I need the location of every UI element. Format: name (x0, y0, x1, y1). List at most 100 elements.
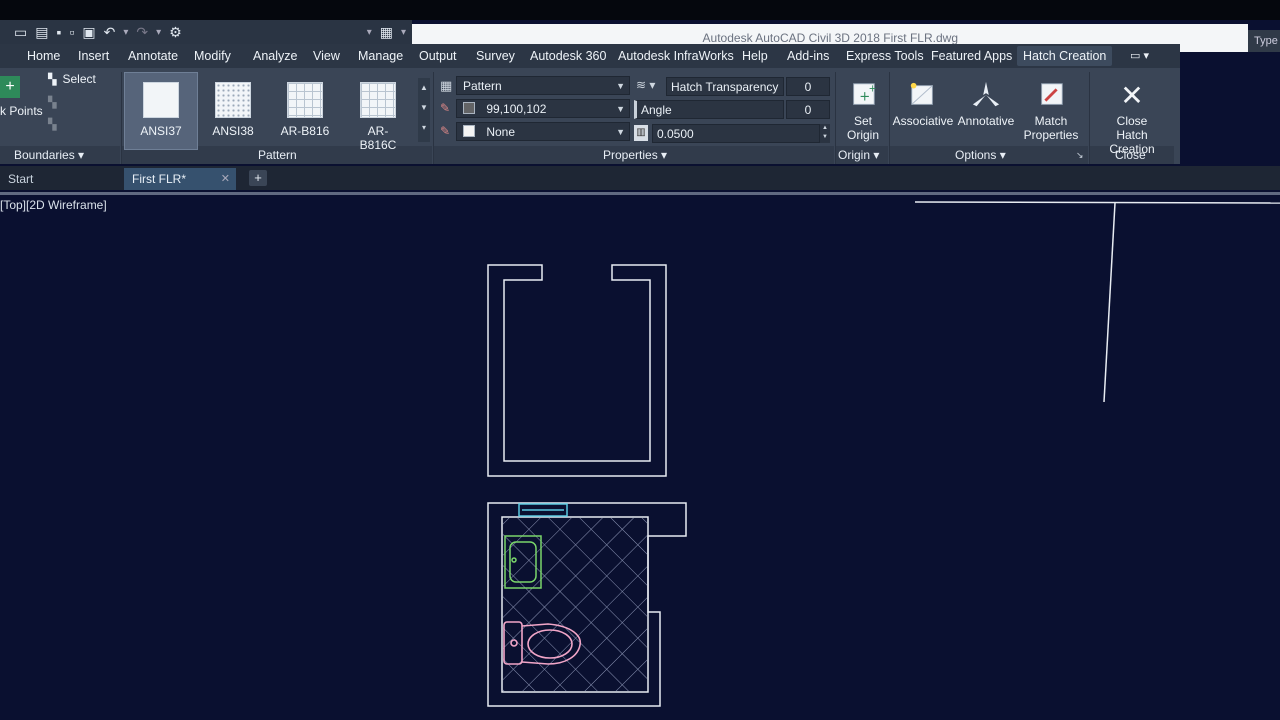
boundaries-panel-label[interactable]: Boundaries ▾ (14, 148, 84, 162)
background-color-value: None (486, 125, 516, 139)
hatch-color-dropdown[interactable]: 99,100,102 ▼ (456, 99, 630, 118)
open-file-icon[interactable]: ▤ (35, 24, 48, 41)
set-origin-icon: + + (853, 83, 877, 105)
hatch-type-icon: ▦ (440, 78, 453, 93)
hatch-type-dropdown[interactable]: Pattern ▼ (456, 76, 630, 95)
tab-insert[interactable]: Insert (78, 46, 109, 66)
close-tab-icon[interactable]: ✕ (221, 168, 230, 190)
tab-add-ins[interactable]: Add-ins (787, 46, 829, 66)
scale-input[interactable]: 0.0500 (652, 124, 820, 143)
file-tab-first-flr[interactable]: First FLR* ✕ (124, 168, 236, 190)
match-properties-label: Match Properties (1023, 114, 1079, 142)
pattern-gallery-scroll[interactable]: ▲ ▼ ▾ (418, 78, 430, 142)
pattern-ansi37[interactable]: ANSI37 (138, 82, 184, 138)
panel-separator (433, 72, 434, 164)
pattern-ar-b816-swatch (287, 82, 323, 118)
tab-modify[interactable]: Modify (194, 46, 231, 66)
new-file-icon[interactable]: ▭ (14, 24, 27, 41)
select-icon: ▚ (48, 73, 57, 86)
undo-dropdown-icon[interactable]: ▾ (123, 27, 128, 38)
ribbon-minimize-icon[interactable]: ▭ ▾ (1130, 46, 1149, 66)
screen-top-edge (0, 0, 1280, 20)
match-properties-button[interactable]: Match Properties (1020, 80, 1082, 142)
scale-icon: ▥ (634, 125, 648, 141)
file-tab-first-flr-label: First FLR* (132, 172, 186, 186)
scale-spinner[interactable]: ▲ ▼ (820, 124, 830, 143)
tab-express-tools[interactable]: Express Tools (846, 46, 924, 66)
pattern-ar-b816c[interactable]: AR-B816C (350, 82, 406, 152)
pick-points-button[interactable]: k Points (0, 104, 43, 118)
pattern-ansi38[interactable]: ANSI38 (210, 82, 256, 138)
save-icon[interactable]: ▪ (56, 24, 61, 40)
pattern-ar-b816-label: AR-B816 (280, 124, 330, 138)
hatch-color-value: 99,100,102 (486, 102, 547, 116)
new-tab-button[interactable]: + (249, 170, 267, 186)
file-tab-start[interactable]: Start (8, 168, 33, 190)
angle-slider[interactable]: Angle (634, 100, 784, 119)
select-boundary-button[interactable]: ▚ Select (48, 72, 96, 86)
recreate-boundary-icon: ▚ (48, 119, 57, 131)
origin-panel-label[interactable]: Origin ▾ (838, 148, 879, 162)
file-tab-bar: Start First FLR* ✕ + (0, 166, 1280, 190)
workspace-dropdown-icon[interactable]: ▾ (367, 27, 372, 38)
cursor-crosshair-vertical (1103, 202, 1116, 403)
match-properties-icon (1041, 83, 1063, 105)
qat-customize-icon[interactable]: ▾ (401, 27, 406, 38)
tab-analyze[interactable]: Analyze (253, 46, 297, 66)
options-panel-label[interactable]: Options ▾ (955, 148, 1006, 162)
panel-separator (121, 72, 122, 164)
tab-autodesk-infraworks[interactable]: Autodesk InfraWorks (618, 46, 734, 66)
close-panel-label: Close (1115, 148, 1146, 162)
tab-home[interactable]: Home (27, 46, 60, 66)
transparency-icon[interactable]: ≋ ▾ (636, 78, 655, 92)
close-hatch-creation-button[interactable]: ✕ Close Hatch Creation (1092, 82, 1172, 157)
tab-help[interactable]: Help (742, 46, 768, 66)
upper-room-walls[interactable] (487, 264, 667, 477)
cursor-crosshair-horizontal (914, 201, 1280, 204)
angle-label: Angle (641, 103, 672, 117)
search-box[interactable]: Type (1248, 30, 1280, 52)
annotative-label: Annotative (957, 114, 1015, 128)
svg-text:+: + (869, 83, 877, 94)
share-icon[interactable]: ▦ (380, 24, 393, 41)
tab-output[interactable]: Output (419, 46, 457, 66)
hatch-type-value: Pattern (463, 79, 502, 93)
search-hint: Type (1254, 35, 1278, 47)
set-origin-button[interactable]: + + Set Origin (842, 80, 884, 142)
redo-icon[interactable]: ↷ (136, 24, 148, 41)
properties-panel-label[interactable]: Properties ▾ (603, 148, 667, 162)
color-swatch (463, 102, 475, 114)
print-icon[interactable]: ▣ (82, 24, 95, 41)
remove-boundary-button[interactable]: ▚ (48, 96, 56, 109)
tab-featured-apps[interactable]: Featured Apps (931, 46, 1012, 66)
angle-value: 0 (804, 103, 812, 117)
recreate-boundary-button[interactable]: ▚ (48, 118, 56, 131)
angle-value-input[interactable]: 0 (786, 100, 830, 119)
drawing-canvas[interactable] (0, 195, 1280, 720)
save-as-icon[interactable]: ▫ (69, 24, 74, 40)
window-symbol[interactable] (518, 503, 568, 517)
transparency-value-input[interactable]: 0 (786, 77, 830, 96)
redo-dropdown-icon[interactable]: ▾ (156, 27, 161, 38)
tab-survey[interactable]: Survey (476, 46, 515, 66)
workspace-gear-icon[interactable]: ⚙ (169, 24, 182, 41)
add-pick-points-icon[interactable]: + (0, 76, 20, 98)
undo-icon[interactable]: ↶ (104, 24, 116, 41)
chevron-down-icon: ▼ (616, 81, 625, 91)
annotative-button[interactable]: Annotative (955, 80, 1017, 128)
origin-panel-text: Origin (838, 148, 871, 162)
associative-icon (910, 82, 933, 105)
pattern-ar-b816[interactable]: AR-B816 (280, 82, 330, 138)
ribbon-tab-bar: Home Insert Annotate Modify Analyze View… (0, 44, 1180, 68)
options-dialog-launcher-icon[interactable]: ↘ (1076, 150, 1084, 161)
tab-autodesk-360[interactable]: Autodesk 360 (530, 46, 606, 66)
options-panel-text: Options (955, 148, 997, 162)
tab-hatch-creation[interactable]: Hatch Creation (1017, 46, 1113, 66)
tab-view[interactable]: View (313, 46, 340, 66)
tab-annotate[interactable]: Annotate (128, 46, 178, 66)
hatch-fill-preview[interactable] (503, 518, 647, 691)
tab-manage[interactable]: Manage (358, 46, 403, 66)
hatch-transparency-slider[interactable]: Hatch Transparency (666, 77, 784, 96)
associative-button[interactable]: Associative (892, 80, 954, 128)
background-color-dropdown[interactable]: None ▼ (456, 122, 630, 141)
